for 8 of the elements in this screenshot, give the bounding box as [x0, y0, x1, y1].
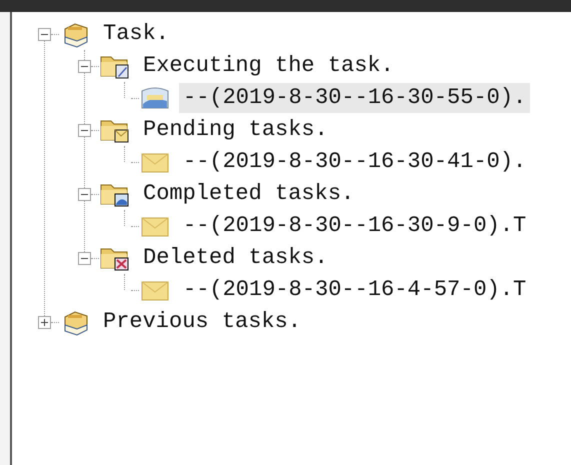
- collapse-button[interactable]: [78, 60, 91, 72]
- collapse-button[interactable]: [78, 188, 91, 200]
- file-label[interactable]: --(2019-8-30--16-30-55-0).: [179, 83, 530, 113]
- collapse-button[interactable]: [78, 252, 91, 264]
- plus-icon: [40, 318, 49, 326]
- collapse-button[interactable]: [38, 28, 51, 40]
- collapse-button[interactable]: [78, 124, 91, 136]
- expand-button[interactable]: [38, 316, 51, 328]
